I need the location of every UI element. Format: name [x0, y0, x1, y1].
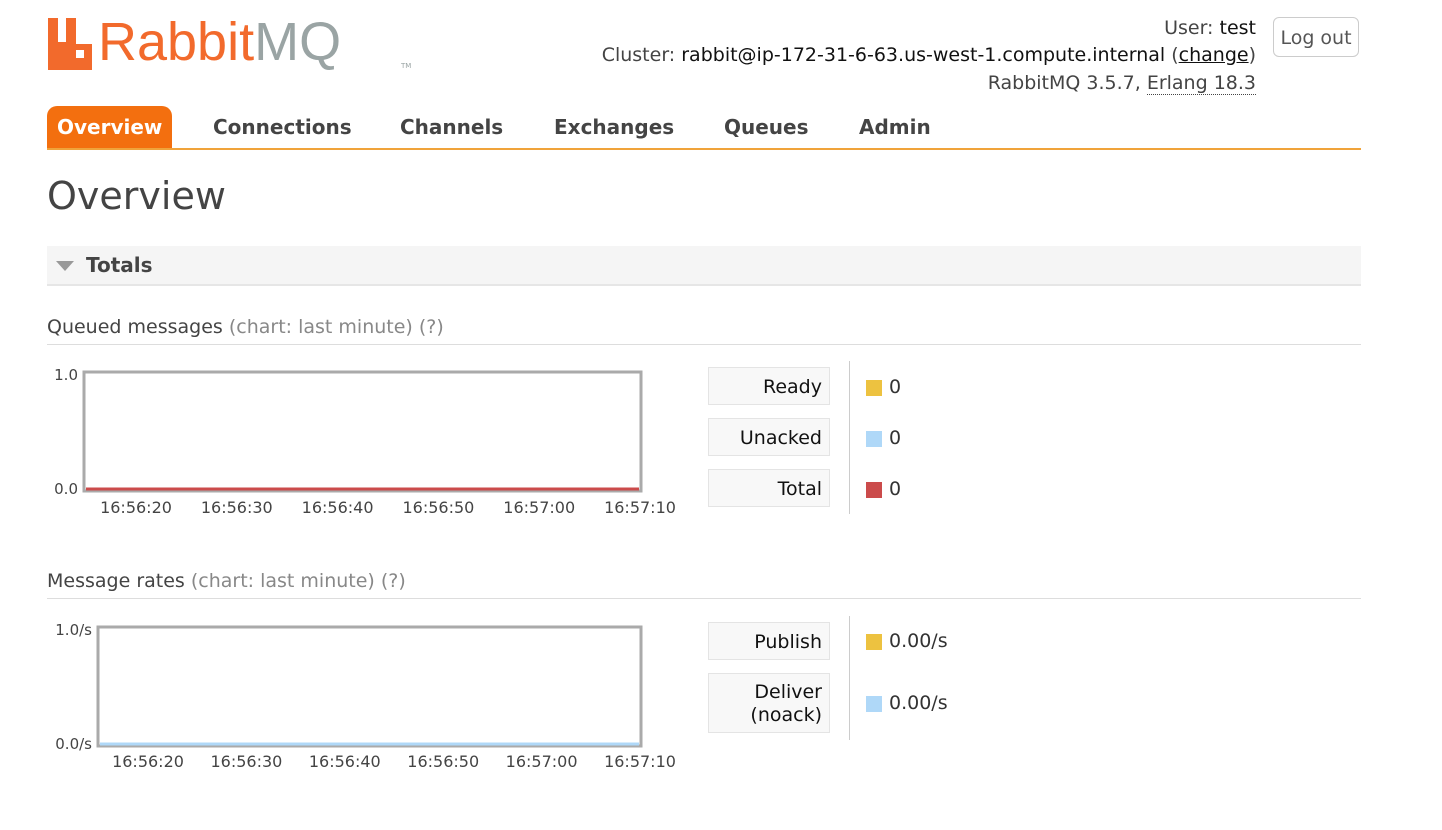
version-info: RabbitMQ 3.5.7, Erlang 18.3: [987, 72, 1256, 95]
x-tick-label: 16:56:20: [112, 752, 184, 771]
x-tick-label: 16:57:10: [604, 752, 676, 771]
rabbitmq-logo-icon: [48, 18, 92, 70]
ready-value: 0: [889, 376, 902, 398]
unacked-color-swatch: [866, 431, 882, 447]
totals-section-toggle[interactable]: Totals: [47, 246, 1361, 286]
publish-color-swatch: [866, 634, 882, 650]
x-tick-label: 16:57:00: [503, 498, 575, 517]
x-tick-label: 16:56:40: [309, 752, 381, 771]
deliver-noack-color-swatch: [866, 696, 882, 712]
legend-total[interactable]: Total: [708, 469, 830, 507]
y-tick-label: 1.0: [54, 366, 78, 384]
x-tick-label: 16:56:20: [100, 498, 172, 517]
y-tick-label: 0.0: [54, 480, 78, 498]
user-name: test: [1219, 17, 1257, 39]
help-icon[interactable]: (?): [419, 316, 444, 338]
legend-unacked[interactable]: Unacked: [708, 418, 830, 456]
tab-exchanges[interactable]: Exchanges: [554, 106, 674, 148]
y-tick-label: 1.0/s: [55, 621, 92, 639]
queued-messages-chart: 1.0 0.0 16:56:20 16:56:30 16:56:40 16:56:50 16…: [54, 366, 676, 517]
user-info: User: test: [1164, 17, 1256, 39]
totals-section-label: Totals: [86, 253, 153, 277]
y-tick-label: 0.0/s: [55, 735, 92, 753]
help-icon[interactable]: (?): [381, 570, 406, 592]
erlang-version: Erlang 18.3: [1146, 72, 1256, 95]
x-tick-label: 16:56:40: [302, 498, 374, 517]
x-tick-label: 16:57:10: [604, 498, 676, 517]
cluster-name: rabbit@ip-172-31-6-63.us-west-1.compute.…: [681, 44, 1166, 66]
publish-value: 0.00/s: [889, 630, 948, 652]
x-tick-label: 16:56:50: [402, 498, 474, 517]
change-cluster-link[interactable]: change: [1179, 44, 1249, 66]
legend-divider: [849, 361, 850, 514]
deliver-noack-value: 0.00/s: [889, 692, 948, 714]
x-tick-label: 16:57:00: [506, 752, 578, 771]
legend-ready[interactable]: Ready: [708, 367, 830, 405]
tab-admin[interactable]: Admin: [859, 106, 931, 148]
chart-range-link[interactable]: (chart: last minute): [191, 570, 375, 592]
unacked-value: 0: [889, 427, 902, 449]
legend-deliver-noack[interactable]: Deliver (noack): [708, 673, 830, 733]
tab-overview[interactable]: Overview: [47, 106, 173, 148]
message-rates-heading: Message rates (chart: last minute) (?): [47, 570, 1361, 599]
ready-color-swatch: [866, 380, 882, 396]
chart-range-link[interactable]: (chart: last minute): [229, 316, 413, 338]
x-tick-label: 16:56:50: [407, 752, 479, 771]
page-title: Overview: [47, 174, 226, 218]
legend-divider: [849, 616, 850, 740]
logout-button[interactable]: Log out: [1273, 17, 1359, 57]
legend-publish[interactable]: Publish: [708, 622, 830, 660]
tab-queues[interactable]: Queues: [724, 106, 809, 148]
plot-area: [82, 370, 643, 493]
x-tick-label: 16:56:30: [210, 752, 282, 771]
x-tick-label: 16:56:30: [201, 498, 273, 517]
cluster-info: Cluster: rabbit@ip-172-31-6-63.us-west-1…: [601, 44, 1256, 66]
tab-connections[interactable]: Connections: [213, 106, 352, 148]
total-color-swatch: [866, 482, 882, 498]
total-value: 0: [889, 478, 902, 500]
message-rates-chart: 1.0/s 0.0/s 16:56:20 16:56:30 16:56:40 16:56:…: [55, 621, 676, 771]
queued-messages-heading: Queued messages (chart: last minute) (?): [47, 316, 1361, 345]
tab-channels[interactable]: Channels: [400, 106, 503, 148]
rabbitmq-logo: RabbitMQ TM: [46, 12, 411, 76]
main-nav-tabs: Overview Connections Channels Exchanges …: [47, 106, 1361, 150]
collapse-triangle-icon: [56, 261, 74, 271]
plot-area: [96, 625, 643, 748]
